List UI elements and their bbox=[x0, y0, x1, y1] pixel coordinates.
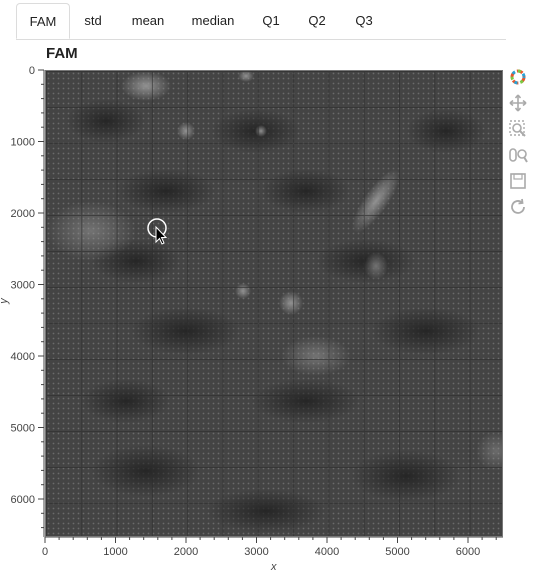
tab-q3[interactable]: Q3 bbox=[352, 3, 376, 39]
tab-median[interactable]: median bbox=[188, 3, 238, 39]
y-tick-label: 2000 bbox=[11, 208, 35, 220]
x-tick-label: 1000 bbox=[103, 546, 127, 558]
x-tick-label: 0 bbox=[42, 546, 48, 558]
reset-icon[interactable] bbox=[507, 196, 529, 218]
tab-bar: FAM std mean median Q1 Q2 Q3 bbox=[16, 3, 506, 40]
mouse-cursor-icon bbox=[147, 218, 168, 245]
plot-title: FAM bbox=[46, 45, 78, 62]
tab-std[interactable]: std bbox=[78, 3, 108, 39]
bokeh-logo-icon[interactable] bbox=[507, 66, 529, 88]
x-tick-marks bbox=[44, 537, 497, 543]
x-tick-label: 3000 bbox=[244, 546, 268, 558]
y-axis: 0 1000 2000 3000 4000 5000 6000 bbox=[11, 65, 45, 537]
image-plot[interactable] bbox=[45, 70, 503, 537]
tab-mean[interactable]: mean bbox=[126, 3, 170, 39]
x-axis-label: x bbox=[271, 561, 277, 573]
tab-q2[interactable]: Q2 bbox=[305, 3, 329, 39]
y-tick-label: 6000 bbox=[11, 494, 35, 506]
box-zoom-icon[interactable] bbox=[507, 118, 529, 140]
tab-q1[interactable]: Q1 bbox=[259, 3, 283, 39]
y-tick-marks bbox=[38, 69, 44, 529]
fluorescence-image bbox=[46, 71, 502, 536]
wheel-zoom-icon[interactable] bbox=[507, 144, 529, 166]
y-tick-label: 4000 bbox=[11, 351, 35, 363]
tab-fam[interactable]: FAM bbox=[16, 3, 70, 39]
y-axis-label: y bbox=[0, 298, 10, 304]
y-tick-label: 3000 bbox=[11, 280, 35, 292]
x-tick-label: 6000 bbox=[456, 546, 480, 558]
y-tick-label: 5000 bbox=[11, 423, 35, 435]
x-tick-label: 5000 bbox=[385, 546, 409, 558]
save-icon[interactable] bbox=[507, 170, 529, 192]
y-tick-label: 0 bbox=[29, 65, 35, 77]
x-tick-label: 4000 bbox=[315, 546, 339, 558]
y-tick-label: 1000 bbox=[11, 137, 35, 149]
x-tick-label: 2000 bbox=[174, 546, 198, 558]
pan-icon[interactable] bbox=[507, 92, 529, 114]
